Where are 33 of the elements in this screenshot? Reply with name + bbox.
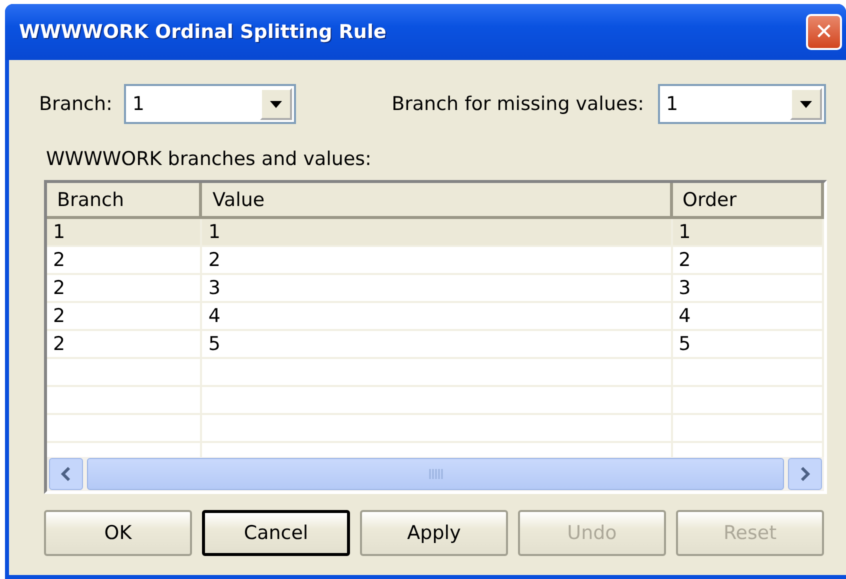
table-cell: 2: [47, 247, 202, 275]
table-cell: 4: [672, 303, 824, 331]
horizontal-scrollbar[interactable]: [47, 457, 824, 491]
table-cell: 1: [47, 219, 202, 247]
table-row[interactable]: 2 4 4: [47, 303, 824, 331]
table-cell: 2: [202, 247, 673, 275]
table-cell: 2: [47, 331, 202, 359]
scroll-right-icon[interactable]: [788, 458, 822, 490]
table-caption: WWWWORK branches and values:: [46, 148, 372, 170]
table-cell: 2: [47, 275, 202, 303]
dialog-button[interactable]: Apply: [360, 510, 508, 556]
table-row[interactable]: 2 2 2: [47, 247, 824, 275]
scroll-left-icon[interactable]: [49, 458, 83, 490]
table-row[interactable]: 2 3 3: [47, 275, 824, 303]
missing-branch-label: Branch for missing values:: [392, 93, 644, 115]
branch-dropdown[interactable]: 1: [124, 84, 296, 124]
branch-label: Branch:: [39, 93, 112, 115]
table-cell: 5: [202, 331, 673, 359]
dialog-button[interactable]: Cancel: [202, 510, 350, 556]
table-cell: 2: [672, 247, 824, 275]
table-cell: 4: [202, 303, 673, 331]
table-cell: 1: [202, 219, 673, 247]
window-title: WWWWORK Ordinal Splitting Rule: [19, 21, 386, 43]
table-row[interactable]: 1 1 1: [47, 219, 824, 247]
missing-branch-dropdown[interactable]: 1: [658, 84, 826, 124]
table-cell: 5: [672, 331, 824, 359]
dialog-button[interactable]: OK: [44, 510, 192, 556]
table-cell: 3: [202, 275, 673, 303]
scrollbar-thumb[interactable]: [87, 458, 784, 490]
table-row[interactable]: 2 5 5: [47, 331, 824, 359]
table-cell: 3: [672, 275, 824, 303]
table-cell: 2: [47, 303, 202, 331]
table-cell: 1: [672, 219, 824, 247]
